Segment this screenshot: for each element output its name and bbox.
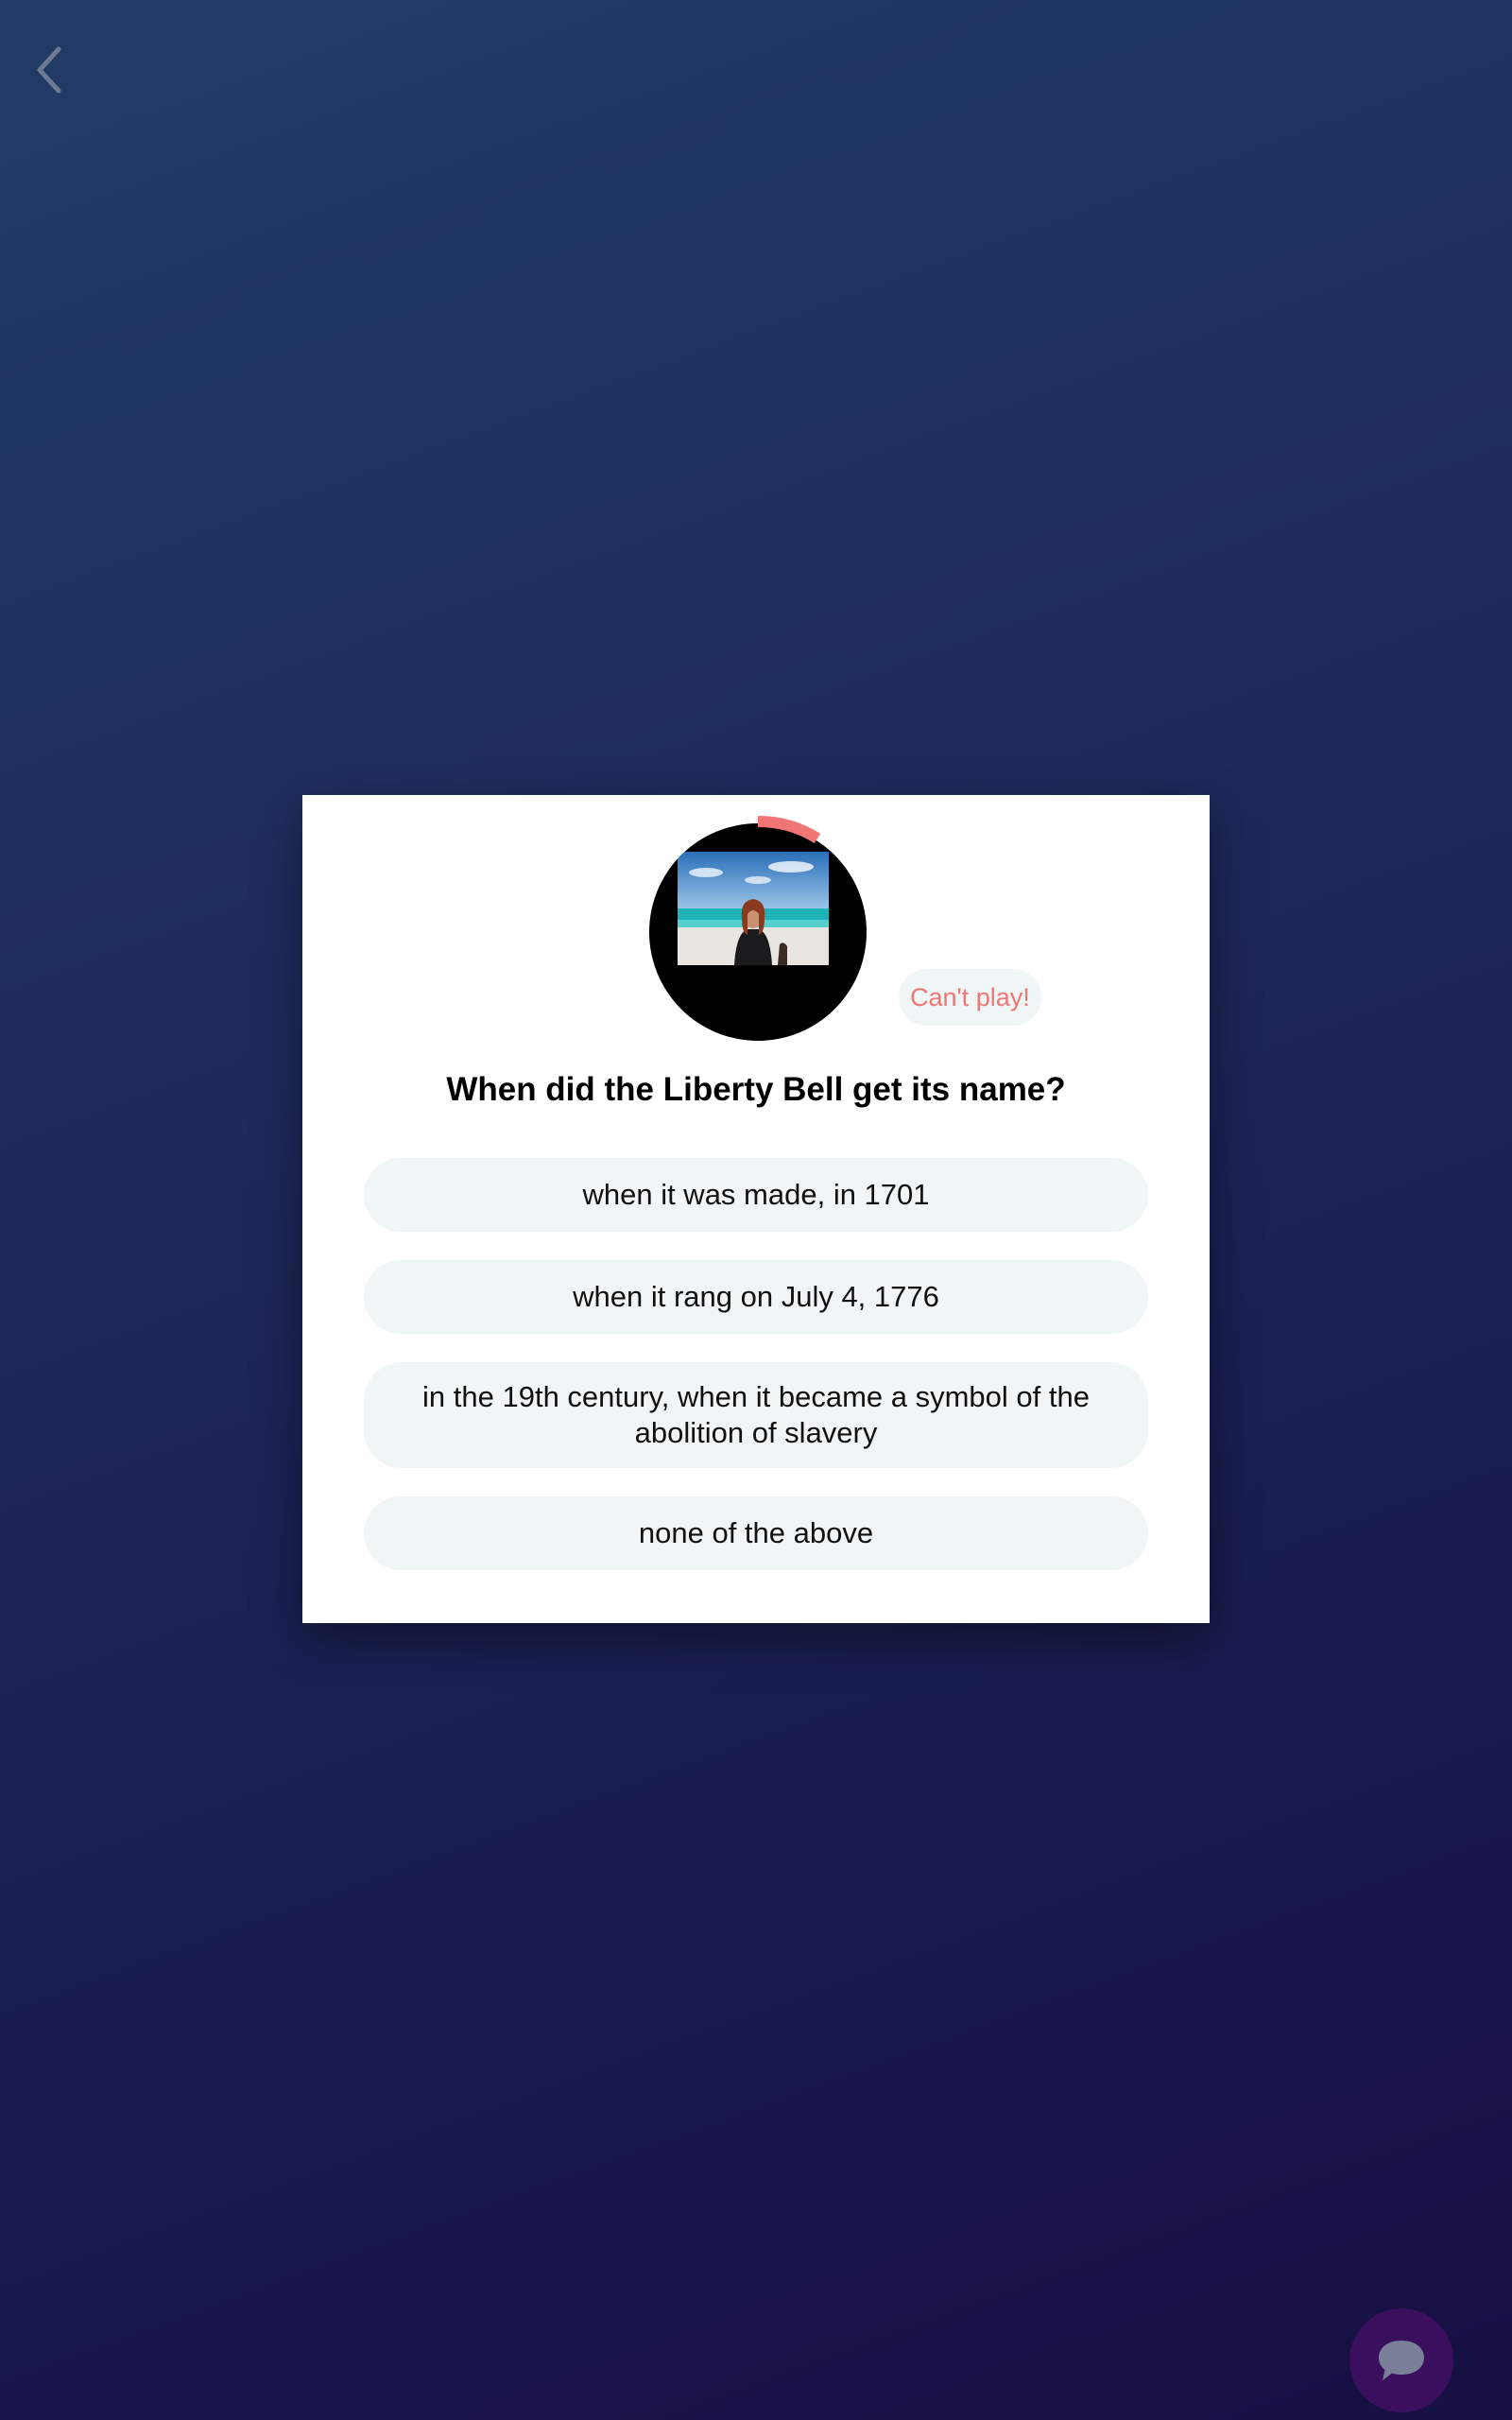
answer-option-3[interactable]: in the 19th century, when it became a sy… xyxy=(364,1362,1148,1468)
answer-option-4[interactable]: none of the above xyxy=(364,1496,1148,1570)
timer-ring xyxy=(757,816,821,844)
chevron-left-icon xyxy=(37,46,61,94)
cant-play-button[interactable]: Can't play! xyxy=(899,969,1041,1026)
video-player[interactable] xyxy=(649,816,867,1041)
answer-option-2[interactable]: when it rang on July 4, 1776 xyxy=(364,1260,1148,1334)
question-text: When did the Liberty Bell get its name? xyxy=(446,1071,1066,1108)
chat-bubble-icon xyxy=(1379,2341,1424,2380)
back-button[interactable] xyxy=(28,42,74,98)
answer-option-1[interactable]: when it was made, in 1701 xyxy=(364,1158,1148,1232)
quiz-modal: Can't play! When did the Liberty Bell ge… xyxy=(302,795,1210,1623)
answer-list: when it was made, in 1701 when it rang o… xyxy=(364,1158,1148,1599)
chat-button[interactable] xyxy=(1349,2308,1453,2412)
